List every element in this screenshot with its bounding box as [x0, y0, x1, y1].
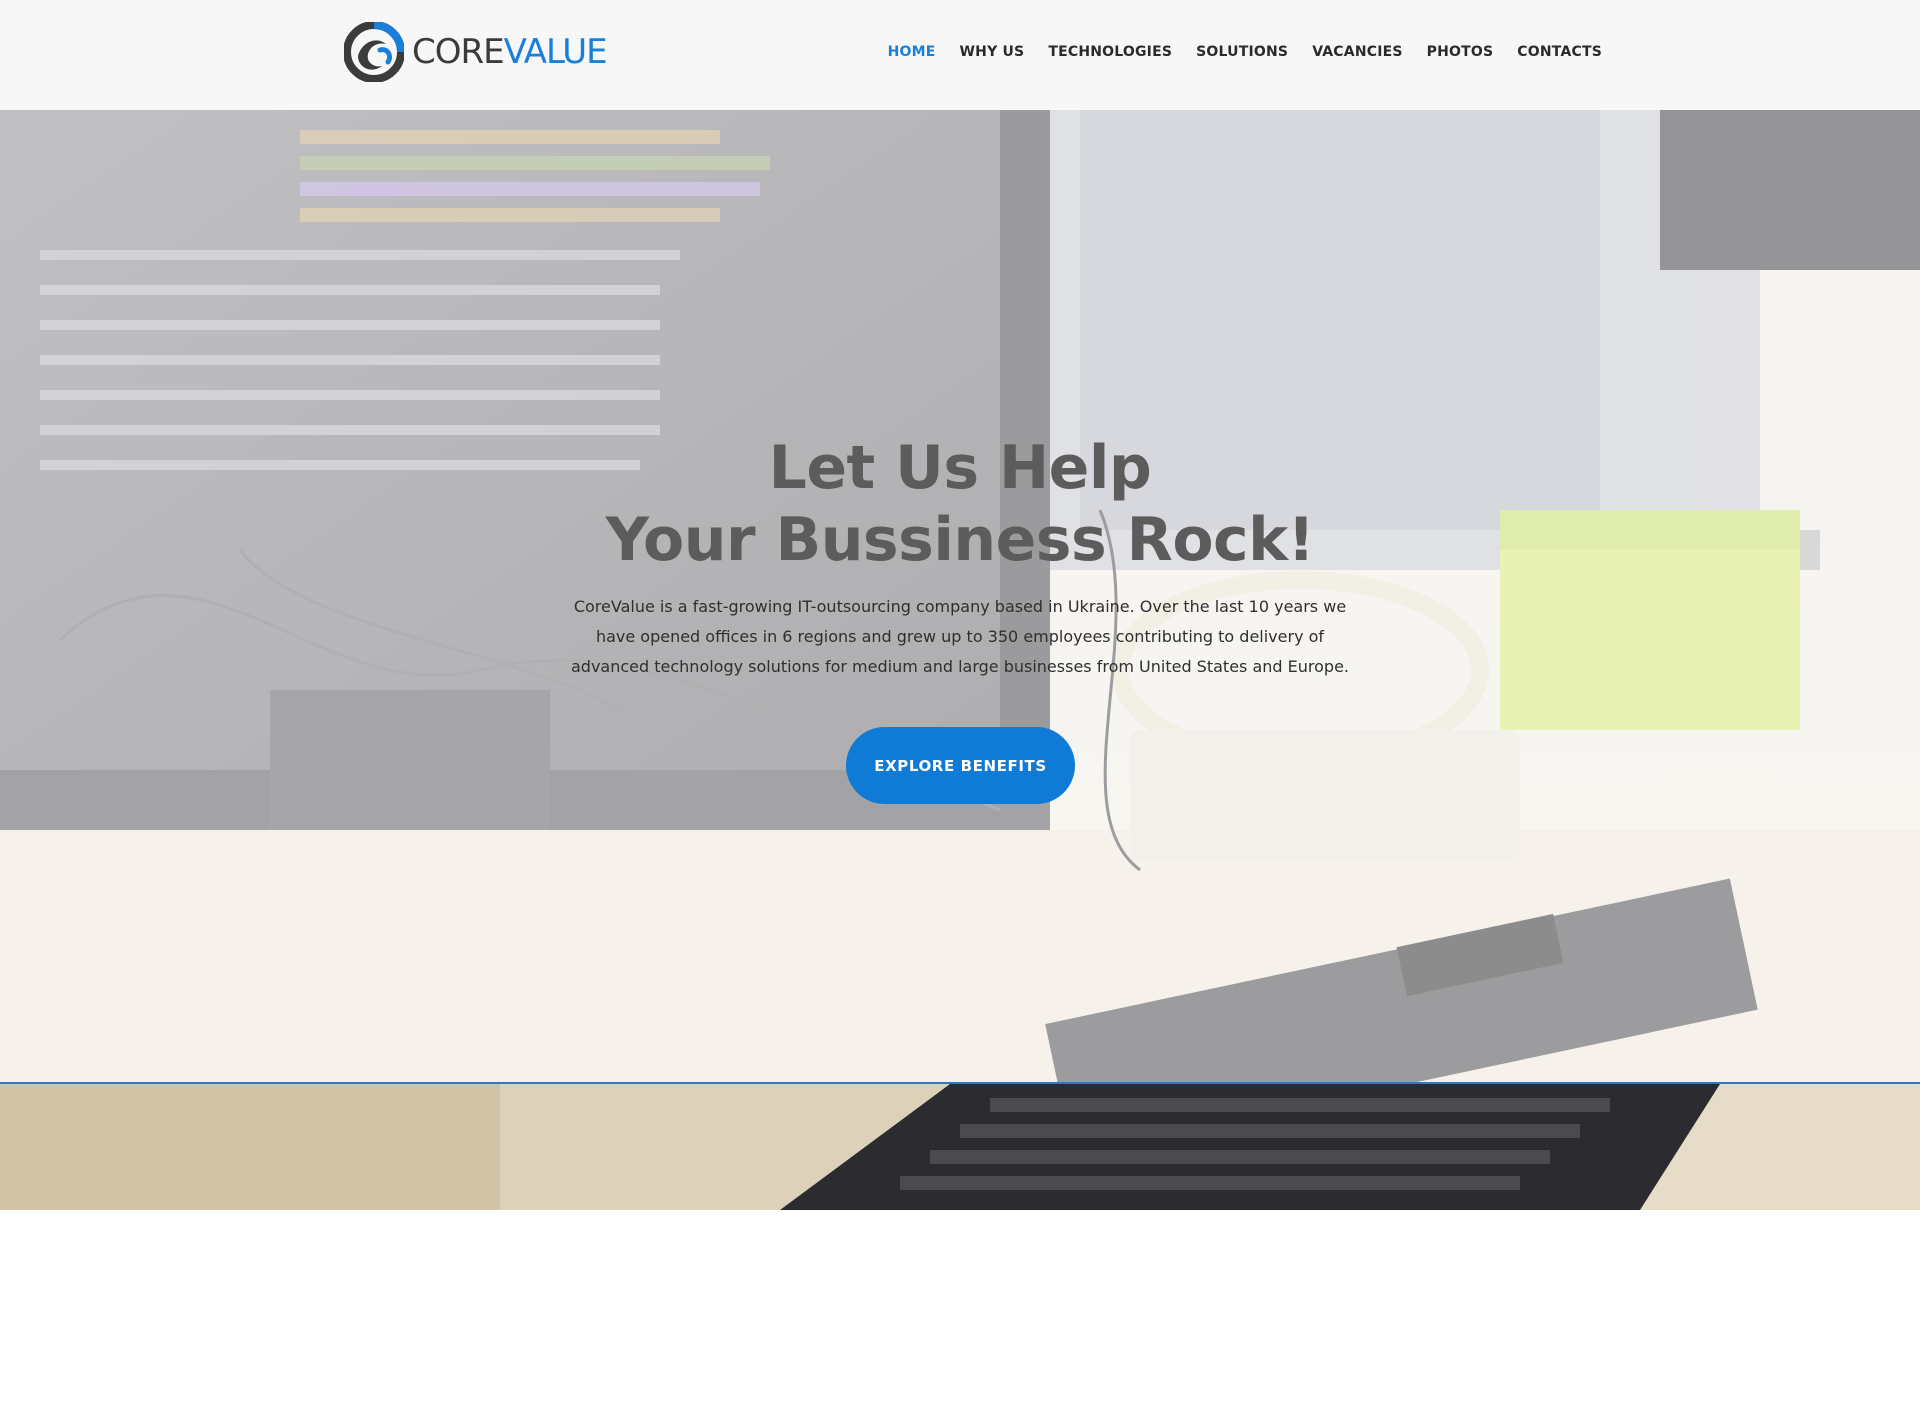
hero-title: Let Us Help Your Bussiness Rock!	[0, 432, 1920, 576]
nav-item-technologies[interactable]: TECHNOLOGIES	[1048, 44, 1172, 60]
hero-content: Let Us Help Your Bussiness Rock! CoreVal…	[0, 110, 1920, 1084]
logo-value-text: VALUE	[503, 32, 608, 72]
lower-background-image	[0, 1084, 1920, 1210]
nav-item-home[interactable]: HOME	[888, 44, 936, 60]
corevalue-logo[interactable]: COREVALUE	[344, 22, 608, 82]
site-header: COREVALUE HOME WHY US TECHNOLOGIES SOLUT…	[0, 0, 1920, 110]
nav-item-solutions[interactable]: SOLUTIONS	[1196, 44, 1288, 60]
hero-description: CoreValue is a fast-growing IT-outsourci…	[570, 597, 1349, 676]
logo-wordmark: COREVALUE	[412, 32, 608, 72]
hero-title-line-1: Let Us Help	[768, 433, 1152, 503]
nav-item-photos[interactable]: PHOTOS	[1427, 44, 1494, 60]
logo-core-text: CORE	[412, 32, 505, 72]
nav-item-vacancies[interactable]: VACANCIES	[1312, 44, 1402, 60]
lower-background-strip	[0, 1084, 1920, 1210]
main-nav: HOME WHY US TECHNOLOGIES SOLUTIONS VACAN…	[888, 44, 1602, 60]
corevalue-logo-icon	[344, 22, 404, 82]
nav-item-contacts[interactable]: CONTACTS	[1517, 44, 1602, 60]
hero-title-line-2: Your Bussiness Rock!	[605, 505, 1315, 575]
nav-item-why-us[interactable]: WHY US	[960, 44, 1025, 60]
hero-section: Let Us Help Your Bussiness Rock! CoreVal…	[0, 110, 1920, 1084]
explore-benefits-button[interactable]: EXPLORE BENEFITS	[846, 727, 1075, 804]
